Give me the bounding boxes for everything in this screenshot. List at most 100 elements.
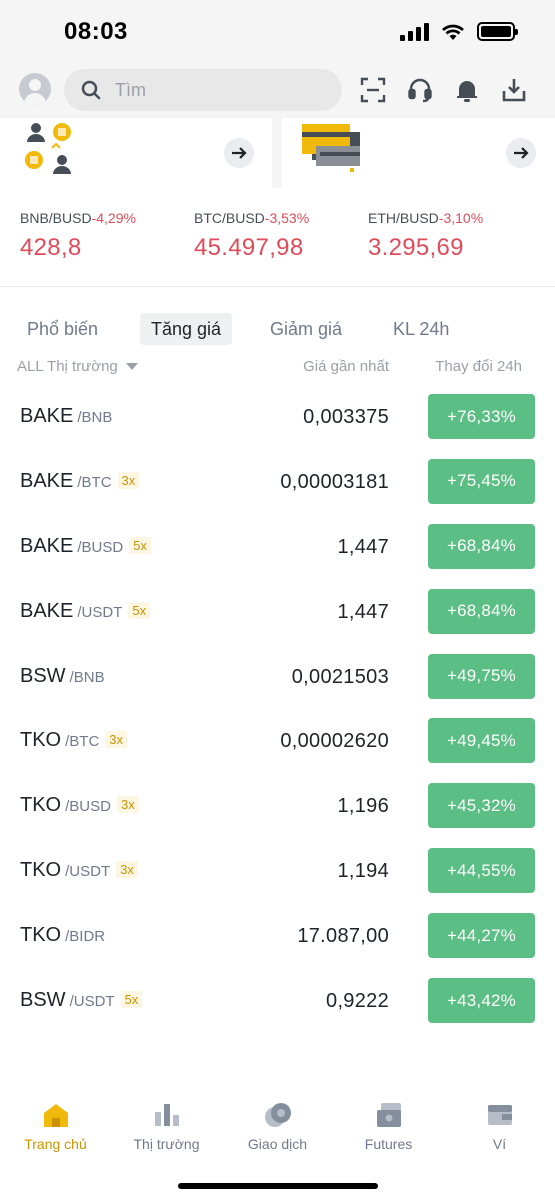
tab-losers[interactable]: Giảm giá bbox=[259, 313, 353, 345]
change-24h-badge[interactable]: +44,55% bbox=[428, 848, 535, 894]
change-24h-badge[interactable]: +43,42% bbox=[428, 978, 535, 1024]
home-indicator bbox=[178, 1183, 378, 1189]
quote-asset: /BUSD bbox=[77, 538, 124, 556]
market-filter-dropdown[interactable]: ALL Thị trường bbox=[17, 358, 138, 375]
change-24h-badge[interactable]: +44,27% bbox=[428, 913, 535, 959]
ticker-price: 45.497,98 bbox=[194, 234, 304, 261]
support-headset-icon[interactable] bbox=[406, 76, 434, 104]
promo-card-card[interactable] bbox=[282, 118, 555, 188]
ticker-pair: ETH/BUSD bbox=[368, 210, 439, 226]
search-input[interactable] bbox=[115, 79, 315, 101]
change-24h-badge[interactable]: +76,33% bbox=[428, 394, 535, 439]
ticker-bnb-busd[interactable]: BNB/BUSD-4,29% 428,8 bbox=[20, 210, 136, 262]
column-last-price[interactable]: Giá gần nhất bbox=[303, 358, 389, 375]
market-row[interactable]: BSW/USDT 5x 0,9222 +43,42% bbox=[0, 969, 555, 1034]
base-asset: BAKE bbox=[20, 405, 74, 427]
base-asset: BSW bbox=[20, 989, 66, 1012]
market-row[interactable]: TKO/BTC 3x 0,00002620 +49,45% bbox=[0, 709, 555, 774]
ticker-eth-busd[interactable]: ETH/BUSD-3,10% 3.295,69 bbox=[368, 210, 483, 262]
last-price: 1,447 bbox=[337, 535, 389, 558]
nav-label: Futures bbox=[364, 1136, 413, 1152]
base-asset: TKO bbox=[20, 729, 62, 752]
pair-name: TKO/USDT 3x bbox=[20, 859, 138, 882]
tab-volume-24h[interactable]: KL 24h bbox=[382, 313, 460, 345]
arrow-right-icon bbox=[232, 147, 247, 159]
quote-asset: /BNB bbox=[77, 409, 113, 426]
ticker-change: -3,53% bbox=[264, 210, 310, 226]
battery-icon bbox=[477, 22, 518, 41]
change-24h-badge[interactable]: +49,45% bbox=[428, 718, 535, 764]
pair-name: TKO/BUSD 3x bbox=[20, 794, 139, 817]
nav-home[interactable]: Trang chủ bbox=[0, 1102, 111, 1152]
tab-popular[interactable]: Phổ biến bbox=[16, 313, 109, 345]
ticker-price: 3.295,69 bbox=[368, 234, 464, 261]
market-row[interactable]: BAKE/BTC 3x 0,00003181 +75,45% bbox=[0, 450, 555, 515]
futures-icon bbox=[376, 1103, 401, 1127]
base-asset: BAKE bbox=[20, 599, 74, 622]
pair-name: BAKE/USDT 5x bbox=[20, 599, 151, 623]
market-row[interactable]: TKO/BIDR 17.087,00 +44,27% bbox=[0, 904, 555, 969]
nav-label: Ví bbox=[492, 1136, 507, 1152]
base-asset: TKO bbox=[20, 794, 62, 817]
status-bar: 08:03 bbox=[0, 0, 555, 62]
ticker-change: -3,10% bbox=[438, 210, 484, 226]
leverage-badge: 3x bbox=[116, 796, 139, 814]
ticker-btc-busd[interactable]: BTC/BUSD-3,53% 45.497,98 bbox=[194, 210, 309, 262]
nav-markets[interactable]: Thị trường bbox=[111, 1102, 222, 1152]
profile-avatar[interactable] bbox=[19, 73, 51, 105]
wifi-icon bbox=[442, 24, 464, 40]
base-asset: BAKE bbox=[20, 469, 74, 492]
change-24h-badge[interactable]: +68,84% bbox=[428, 588, 535, 634]
leverage-badge: 5x bbox=[129, 536, 151, 554]
quote-asset: /BTC bbox=[65, 733, 100, 751]
status-time: 08:03 bbox=[64, 18, 128, 45]
last-price: 0,00002620 bbox=[280, 730, 389, 753]
market-row[interactable]: BAKE/BUSD 5x 1,447 +68,84% bbox=[0, 515, 555, 580]
tab-gainers[interactable]: Tăng giá bbox=[140, 313, 233, 345]
notification-bell-icon[interactable] bbox=[453, 76, 481, 104]
leverage-badge: 3x bbox=[116, 861, 138, 879]
market-row[interactable]: BAKE/BNB 0,003375 +76,33% bbox=[0, 385, 555, 450]
market-row[interactable]: BAKE/USDT 5x 1,447 +68,84% bbox=[0, 580, 555, 645]
nav-wallet[interactable]: Ví bbox=[444, 1102, 555, 1152]
quote-asset: /BTC bbox=[77, 473, 112, 491]
leverage-badge: 5x bbox=[128, 601, 151, 619]
pair-name: BAKE/BUSD 5x bbox=[20, 535, 151, 558]
change-24h-badge[interactable]: +75,45% bbox=[428, 458, 535, 504]
market-row[interactable]: BSW/BNB 0,0021503 +49,75% bbox=[0, 645, 555, 710]
caret-down-icon bbox=[125, 363, 138, 370]
change-24h-badge[interactable]: +45,32% bbox=[428, 783, 535, 829]
cellular-signal-icon bbox=[400, 22, 429, 41]
change-24h-badge[interactable]: +68,84% bbox=[428, 523, 535, 569]
nav-label: Trang chủ bbox=[24, 1136, 87, 1152]
base-asset: TKO bbox=[20, 859, 62, 882]
download-icon[interactable] bbox=[500, 76, 528, 104]
last-price: 1,194 bbox=[337, 860, 389, 883]
promo-arrow-button-1[interactable] bbox=[224, 138, 254, 168]
promo-arrow-button-2[interactable] bbox=[506, 138, 536, 168]
top-header bbox=[0, 62, 555, 118]
pair-name: TKO/BIDR bbox=[20, 924, 105, 947]
nav-trade[interactable]: Giao dịch bbox=[222, 1102, 333, 1152]
base-asset: BSW bbox=[20, 664, 66, 687]
promo-card-referral[interactable] bbox=[0, 118, 272, 188]
home-icon bbox=[43, 1104, 68, 1127]
market-row[interactable]: TKO/USDT 3x 1,194 +44,55% bbox=[0, 839, 555, 904]
market-row[interactable]: TKO/BUSD 3x 1,196 +45,32% bbox=[0, 774, 555, 839]
search-bar[interactable] bbox=[64, 69, 342, 111]
quote-asset: /BNB bbox=[69, 668, 105, 686]
change-24h-badge[interactable]: +49,75% bbox=[428, 653, 535, 699]
column-header: ALL Thị trường Giá gần nhất Thay đổi 24h bbox=[0, 358, 555, 380]
column-change-24h[interactable]: Thay đổi 24h bbox=[435, 358, 522, 375]
ticker-pair: BTC/BUSD bbox=[194, 210, 265, 226]
scan-icon[interactable] bbox=[359, 76, 387, 104]
markets-chart-icon bbox=[154, 1104, 179, 1126]
nav-label: Thị trường bbox=[133, 1136, 200, 1152]
trade-coins-icon bbox=[264, 1103, 291, 1127]
nav-futures[interactable]: Futures bbox=[333, 1102, 444, 1152]
leverage-badge: 5x bbox=[120, 991, 143, 1009]
base-asset: TKO bbox=[20, 924, 62, 947]
status-icons bbox=[400, 22, 518, 41]
last-price: 0,00003181 bbox=[280, 470, 389, 493]
quote-asset: /USDT bbox=[65, 863, 111, 881]
